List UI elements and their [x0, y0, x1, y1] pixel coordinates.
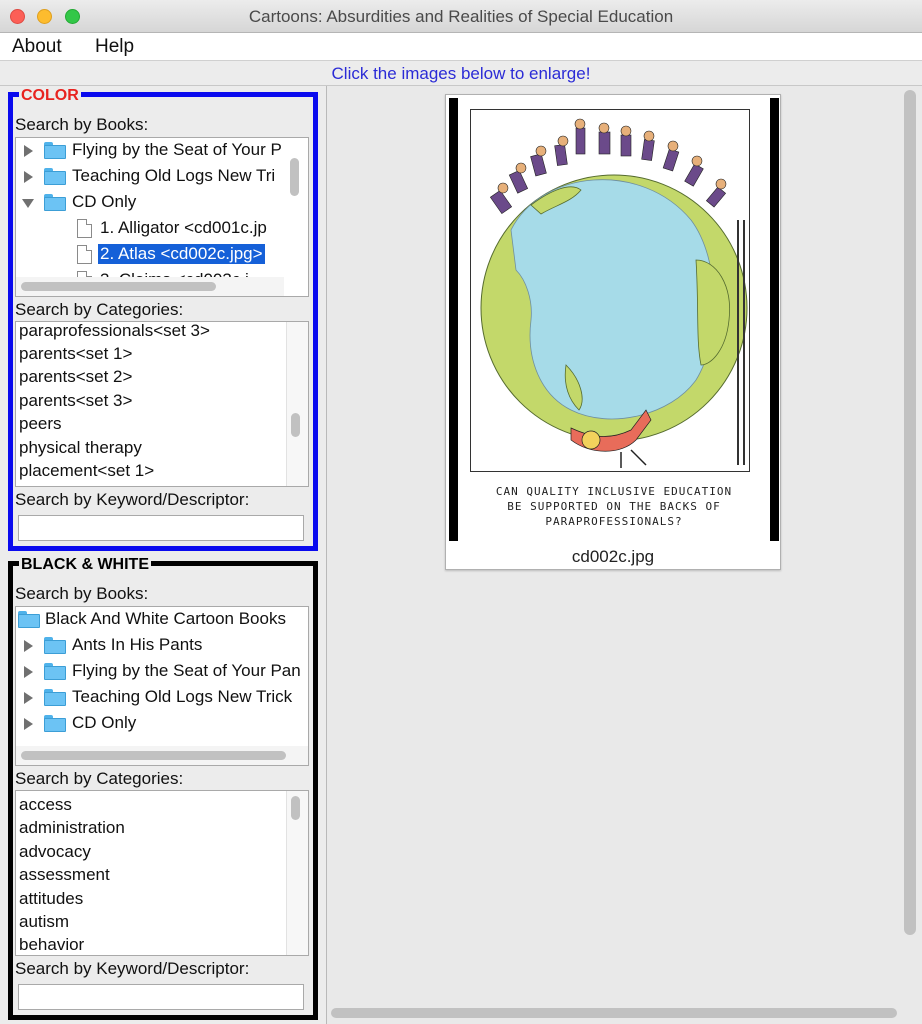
bw-keyword-input[interactable]: [18, 984, 304, 1010]
folder-icon: [44, 637, 66, 654]
window-title: Cartoons: Absurdities and Realities of S…: [248, 7, 674, 26]
tree-item-label: CD Only: [72, 192, 137, 211]
expand-arrow-icon[interactable]: [24, 171, 33, 183]
expand-arrow-icon[interactable]: [24, 718, 33, 730]
color-keyword-input[interactable]: [18, 515, 304, 541]
list-item[interactable]: paraprofessionals<set 3>: [19, 322, 210, 341]
list-item[interactable]: parents<set 1>: [19, 344, 132, 364]
cartoon-thumbnail-card[interactable]: CAN QUALITY INCLUSIVE EDUCATION BE SUPPO…: [445, 94, 781, 570]
tree-item-label: CD Only: [72, 713, 137, 732]
tree-item-alligator[interactable]: 1. Alligator <cd001c.jp: [16, 216, 296, 242]
instruction-banner: Click the images below to enlarge!: [331, 64, 591, 83]
color-panel-title: COLOR: [19, 87, 81, 104]
file-icon: [77, 245, 92, 264]
list-item[interactable]: attitudes: [19, 889, 83, 909]
menu-bar: About Help: [0, 33, 922, 61]
tree-item-atlas[interactable]: 2. Atlas <cd002c.jpg>: [16, 242, 296, 268]
bw-categories-list[interactable]: access administration advocacy assessmen…: [15, 790, 309, 956]
list-item[interactable]: access: [19, 795, 72, 815]
bw-panel-title: BLACK & WHITE: [19, 556, 151, 573]
viewer-vertical-scrollbar[interactable]: [904, 90, 916, 935]
tree-item-label: Flying by the Seat of Your Pan: [72, 661, 301, 680]
bw-books-label: Search by Books:: [15, 584, 149, 603]
horizontal-scrollbar[interactable]: [21, 751, 286, 760]
bw-books-tree[interactable]: Black And White Cartoon Books Ants In Hi…: [15, 606, 309, 766]
image-viewer: CAN QUALITY INCLUSIVE EDUCATION BE SUPPO…: [326, 86, 922, 1024]
globe-cartoon-illustration: [480, 118, 748, 468]
cartoon-caption-line: PARAPROFESSIONALS?: [545, 515, 683, 528]
cartoon-image[interactable]: CAN QUALITY INCLUSIVE EDUCATION BE SUPPO…: [449, 98, 779, 541]
expand-arrow-icon[interactable]: [24, 640, 33, 652]
list-item[interactable]: placement<set 1>: [19, 461, 154, 481]
list-item[interactable]: administration: [19, 818, 125, 838]
tree-item-label: Teaching Old Logs New Tri: [72, 166, 276, 185]
menu-help[interactable]: Help: [95, 36, 134, 58]
title-bar: Cartoons: Absurdities and Realities of S…: [0, 0, 922, 33]
list-item[interactable]: assessment: [19, 865, 110, 885]
tree-item-flying[interactable]: Flying by the Seat of Your P: [16, 138, 296, 164]
list-item[interactable]: peers: [19, 414, 62, 434]
list-item[interactable]: behavior: [19, 935, 84, 955]
tree-item-teaching[interactable]: Teaching Old Logs New Tri: [16, 164, 296, 190]
tree-item-label-selected: 2. Atlas <cd002c.jpg>: [98, 244, 265, 264]
folder-icon: [44, 142, 66, 159]
horizontal-scrollbar[interactable]: [21, 282, 216, 291]
vertical-scrollbar-track: [286, 322, 308, 486]
vertical-scrollbar[interactable]: [290, 158, 299, 196]
tree-item-label: 1. Alligator <cd001c.jp: [100, 218, 267, 237]
tree-item-flying[interactable]: Flying by the Seat of Your Pan: [16, 659, 308, 685]
folder-icon: [44, 194, 66, 211]
tree-item-ants[interactable]: Ants In His Pants: [16, 633, 308, 659]
color-keyword-label: Search by Keyword/Descriptor:: [15, 490, 250, 509]
expand-arrow-icon[interactable]: [24, 145, 33, 157]
image-filename: cd002c.jpg: [571, 547, 655, 566]
color-books-label: Search by Books:: [15, 115, 149, 134]
folder-icon: [44, 689, 66, 706]
list-item[interactable]: physical therapy: [19, 438, 142, 458]
menu-about[interactable]: About: [12, 36, 62, 58]
color-books-tree[interactable]: Flying by the Seat of Your P Teaching Ol…: [15, 137, 309, 297]
list-item[interactable]: parents<set 2>: [19, 367, 132, 387]
tree-item-label: Flying by the Seat of Your P: [72, 140, 282, 159]
cartoon-caption: CAN QUALITY INCLUSIVE EDUCATION BE SUPPO…: [468, 484, 760, 529]
folder-icon: [18, 611, 40, 628]
tree-item-label: Teaching Old Logs New Trick: [72, 687, 293, 706]
color-panel: COLOR Search by Books: Flying by the Sea…: [8, 88, 318, 551]
vertical-scrollbar[interactable]: [291, 413, 300, 437]
tree-item-teaching[interactable]: Teaching Old Logs New Trick: [16, 685, 308, 711]
bw-panel: BLACK & WHITE Search by Books: Black And…: [8, 557, 318, 1020]
cartoon-frame: [470, 109, 750, 472]
bw-keyword-label: Search by Keyword/Descriptor:: [15, 959, 250, 978]
cartoon-caption-line: CAN QUALITY INCLUSIVE EDUCATION: [495, 485, 733, 498]
expand-arrow-icon[interactable]: [24, 666, 33, 678]
tree-item-label: Ants In His Pants: [72, 635, 203, 654]
cartoon-caption-line: BE SUPPORTED ON THE BACKS OF: [507, 500, 721, 513]
list-item[interactable]: advocacy: [19, 842, 91, 862]
tree-item-bw-root[interactable]: Black And White Cartoon Books: [16, 607, 308, 633]
tree-item-cd-only[interactable]: CD Only: [16, 711, 308, 737]
expand-arrow-icon[interactable]: [24, 692, 33, 704]
list-item[interactable]: parents<set 3>: [19, 391, 132, 411]
color-categories-list[interactable]: paraprofessionals<set 3> parents<set 1> …: [15, 321, 309, 487]
folder-icon: [44, 715, 66, 732]
tree-item-label: Black And White Cartoon Books: [45, 609, 286, 628]
app-window: Cartoons: Absurdities and Realities of S…: [0, 0, 922, 1024]
vertical-scrollbar[interactable]: [291, 796, 300, 820]
list-item[interactable]: autism: [19, 912, 69, 932]
folder-icon: [44, 663, 66, 680]
bw-categories-label: Search by Categories:: [15, 769, 184, 788]
file-icon: [77, 219, 92, 238]
viewer-horizontal-scrollbar[interactable]: [331, 1008, 897, 1018]
folder-icon: [44, 168, 66, 185]
collapse-arrow-icon[interactable]: [22, 199, 34, 208]
color-categories-label: Search by Categories:: [15, 300, 184, 319]
tree-item-cd-only[interactable]: CD Only: [16, 190, 296, 216]
